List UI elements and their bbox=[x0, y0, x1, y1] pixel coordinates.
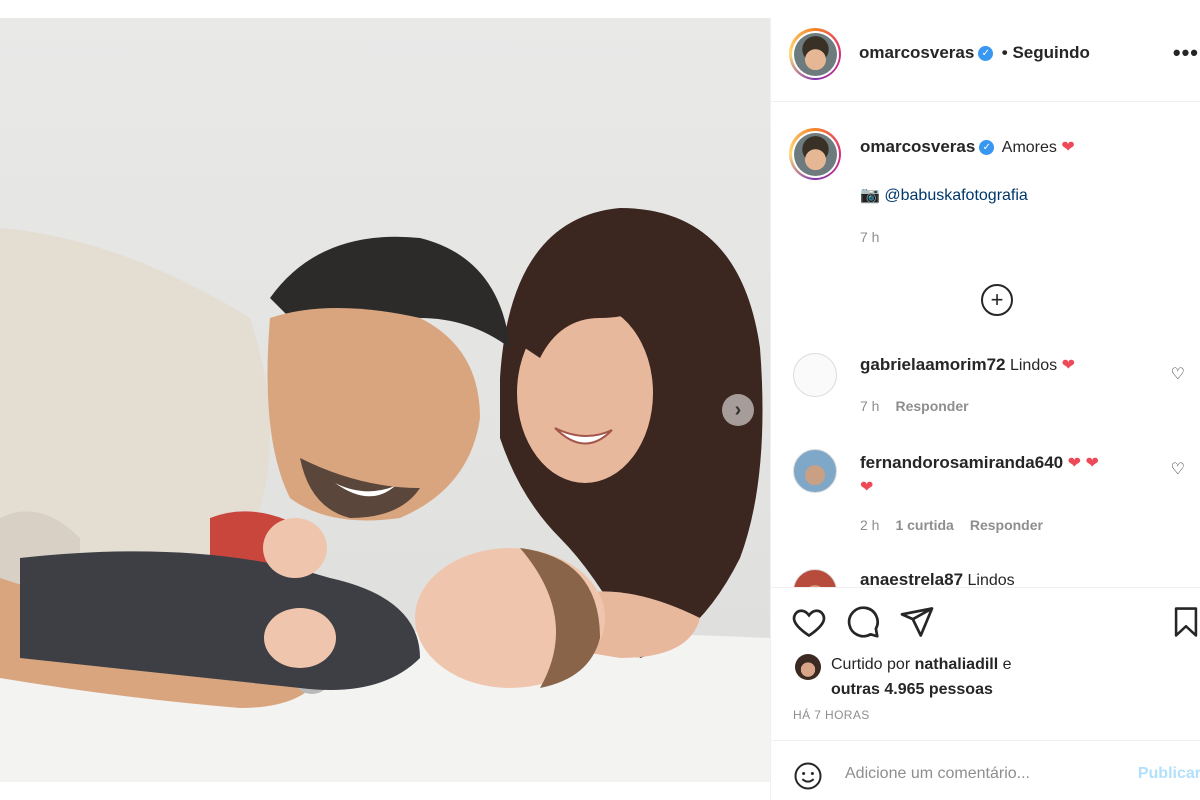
verified-badge-icon: ✓ bbox=[979, 140, 995, 156]
author-username[interactable]: omarcosveras bbox=[859, 43, 974, 62]
reply-button[interactable]: Responder bbox=[970, 517, 1043, 533]
plus-circle-icon[interactable]: + bbox=[981, 284, 1013, 316]
smiley-icon[interactable] bbox=[793, 761, 823, 791]
heart-emoji: ❤ bbox=[860, 479, 874, 496]
comment-time: 7 h bbox=[860, 398, 880, 414]
comment-text: Lindos bbox=[967, 572, 1015, 587]
caption-time: 7 h bbox=[860, 229, 880, 245]
reply-button[interactable]: Responder bbox=[895, 398, 968, 414]
caption-username[interactable]: omarcosveras bbox=[860, 137, 975, 156]
like-comment-heart-icon[interactable]: ♡ bbox=[1171, 364, 1185, 384]
caption-text: Amores bbox=[1001, 139, 1057, 156]
comment-line: fernandorosamiranda640 ❤ ❤ ❤ bbox=[860, 451, 1160, 500]
liked-by-summary[interactable]: Curtido por nathaliadill e outras 4.965 … bbox=[831, 652, 1012, 702]
chevron-right-icon[interactable]: › bbox=[722, 394, 754, 426]
commenter-avatar[interactable] bbox=[793, 569, 837, 587]
liked-by-others[interactable]: outras 4.965 pessoas bbox=[831, 681, 993, 698]
caption-credit-line: 📷 @babuskafotografia bbox=[860, 185, 1028, 205]
caption-avatar[interactable] bbox=[789, 128, 841, 180]
post-timestamp[interactable]: HÁ 7 HORAS bbox=[793, 708, 870, 722]
add-comment-bar: Publicar bbox=[771, 740, 1200, 800]
liker-avatar[interactable] bbox=[795, 654, 821, 680]
follow-status[interactable]: • Seguindo bbox=[1002, 43, 1090, 62]
post-header: omarcosveras ✓ • Seguindo ••• bbox=[771, 18, 1200, 102]
comment-meta: 7 h Responder bbox=[860, 398, 969, 414]
post-actions: Curtido por nathaliadill e outras 4.965 … bbox=[771, 587, 1200, 747]
post-photo[interactable]: › bbox=[0, 18, 770, 782]
liked-by-prefix: Curtido por bbox=[831, 656, 911, 673]
comment-username[interactable]: anaestrela87 bbox=[860, 570, 963, 587]
comment-text: Lindos bbox=[1009, 357, 1058, 374]
camera-emoji: 📷 bbox=[860, 187, 880, 204]
more-dots-icon[interactable]: ••• bbox=[1173, 40, 1199, 66]
heart-emoji: ❤ bbox=[1061, 139, 1075, 156]
comment-icon[interactable] bbox=[845, 604, 881, 640]
comment-likes-count[interactable]: 1 curtida bbox=[895, 517, 953, 533]
comment-time: 2 h bbox=[860, 517, 880, 533]
heart-outline-icon[interactable] bbox=[791, 604, 827, 640]
verified-badge-icon: ✓ bbox=[978, 46, 994, 62]
heart-emoji: ❤ bbox=[1061, 357, 1075, 374]
commenter-avatar[interactable] bbox=[793, 353, 837, 397]
post-side-panel: omarcosveras ✓ • Seguindo ••• omarcosvera… bbox=[770, 18, 1200, 800]
heart-emoji: ❤ ❤ bbox=[1067, 455, 1099, 472]
liked-by-connector: e bbox=[1002, 656, 1012, 673]
like-comment-heart-icon[interactable]: ♡ bbox=[1171, 459, 1185, 479]
comment-line: gabrielaamorim72 Lindos ❤ bbox=[860, 355, 1075, 375]
liker-username[interactable]: nathaliadill bbox=[915, 656, 999, 673]
share-icon[interactable] bbox=[899, 604, 935, 640]
family-photo-image bbox=[0, 208, 770, 782]
comment-username[interactable]: gabrielaamorim72 bbox=[860, 355, 1006, 374]
author-avatar[interactable] bbox=[789, 28, 841, 80]
comment-username[interactable]: fernandorosamiranda640 bbox=[860, 453, 1063, 472]
caption-line: omarcosveras ✓ Amores ❤ bbox=[860, 137, 1075, 157]
credit-mention-link[interactable]: @babuskafotografia bbox=[884, 187, 1027, 204]
bookmark-icon[interactable] bbox=[1169, 604, 1200, 640]
comment-line: anaestrela87 Lindos bbox=[860, 570, 1015, 587]
comment-meta: 2 h 1 curtida Responder bbox=[860, 517, 1043, 533]
commenter-avatar[interactable] bbox=[793, 449, 837, 493]
comments-list[interactable]: omarcosveras ✓ Amores ❤ 📷 @babuskafotogra… bbox=[771, 103, 1200, 587]
publish-button[interactable]: Publicar bbox=[1138, 765, 1200, 783]
comment-input[interactable] bbox=[845, 759, 1115, 789]
